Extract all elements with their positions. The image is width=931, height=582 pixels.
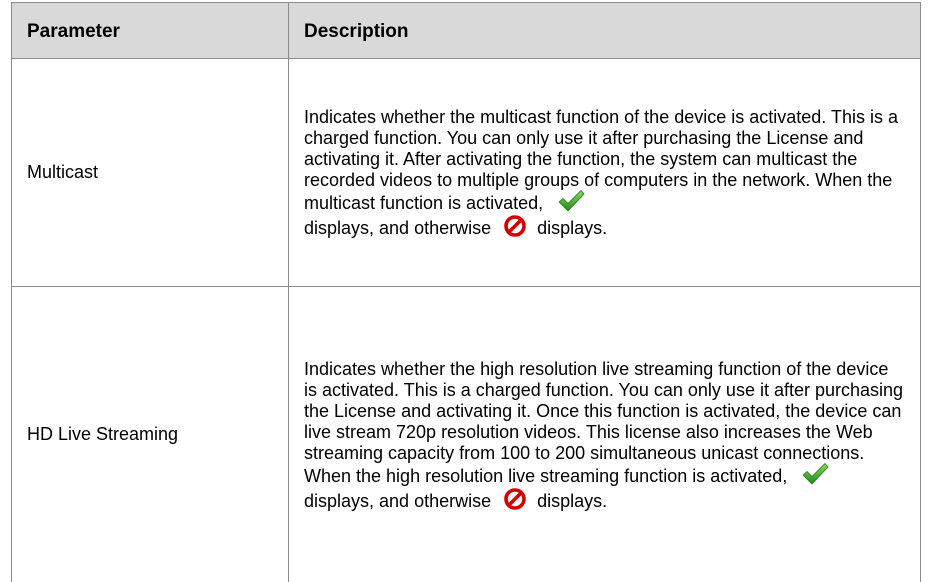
checkmark-icon [801,461,829,487]
description-cell: Indicates whether the high resolution li… [289,287,921,582]
parameter-column-header: Parameter [12,3,289,59]
table-header: Parameter Description [12,3,921,59]
parameter-name-cell: HD Live Streaming [12,287,289,582]
prohibited-icon [503,487,527,511]
displays-end-text: displays. [537,218,607,238]
table-row: HD Live Streaming Indicates whether the … [12,287,921,582]
prohibited-icon [503,214,527,238]
parameter-name-cell: Multicast [12,59,289,287]
header-row: Parameter Description [12,3,921,59]
displays-end-text: displays. [537,490,607,510]
description-text: Indicates whether the multicast function… [304,107,898,213]
displays-text: displays, and otherwise [304,218,491,238]
checkmark-icon [557,188,585,214]
parameter-table: Parameter Description Multicast Indicate… [11,2,921,582]
table-row: Multicast Indicates whether the multicas… [12,59,921,287]
description-column-header: Description [289,3,921,59]
displays-text: displays, and otherwise [304,490,491,510]
table-body: Multicast Indicates whether the multicas… [12,59,921,582]
description-cell: Indicates whether the multicast function… [289,59,921,287]
